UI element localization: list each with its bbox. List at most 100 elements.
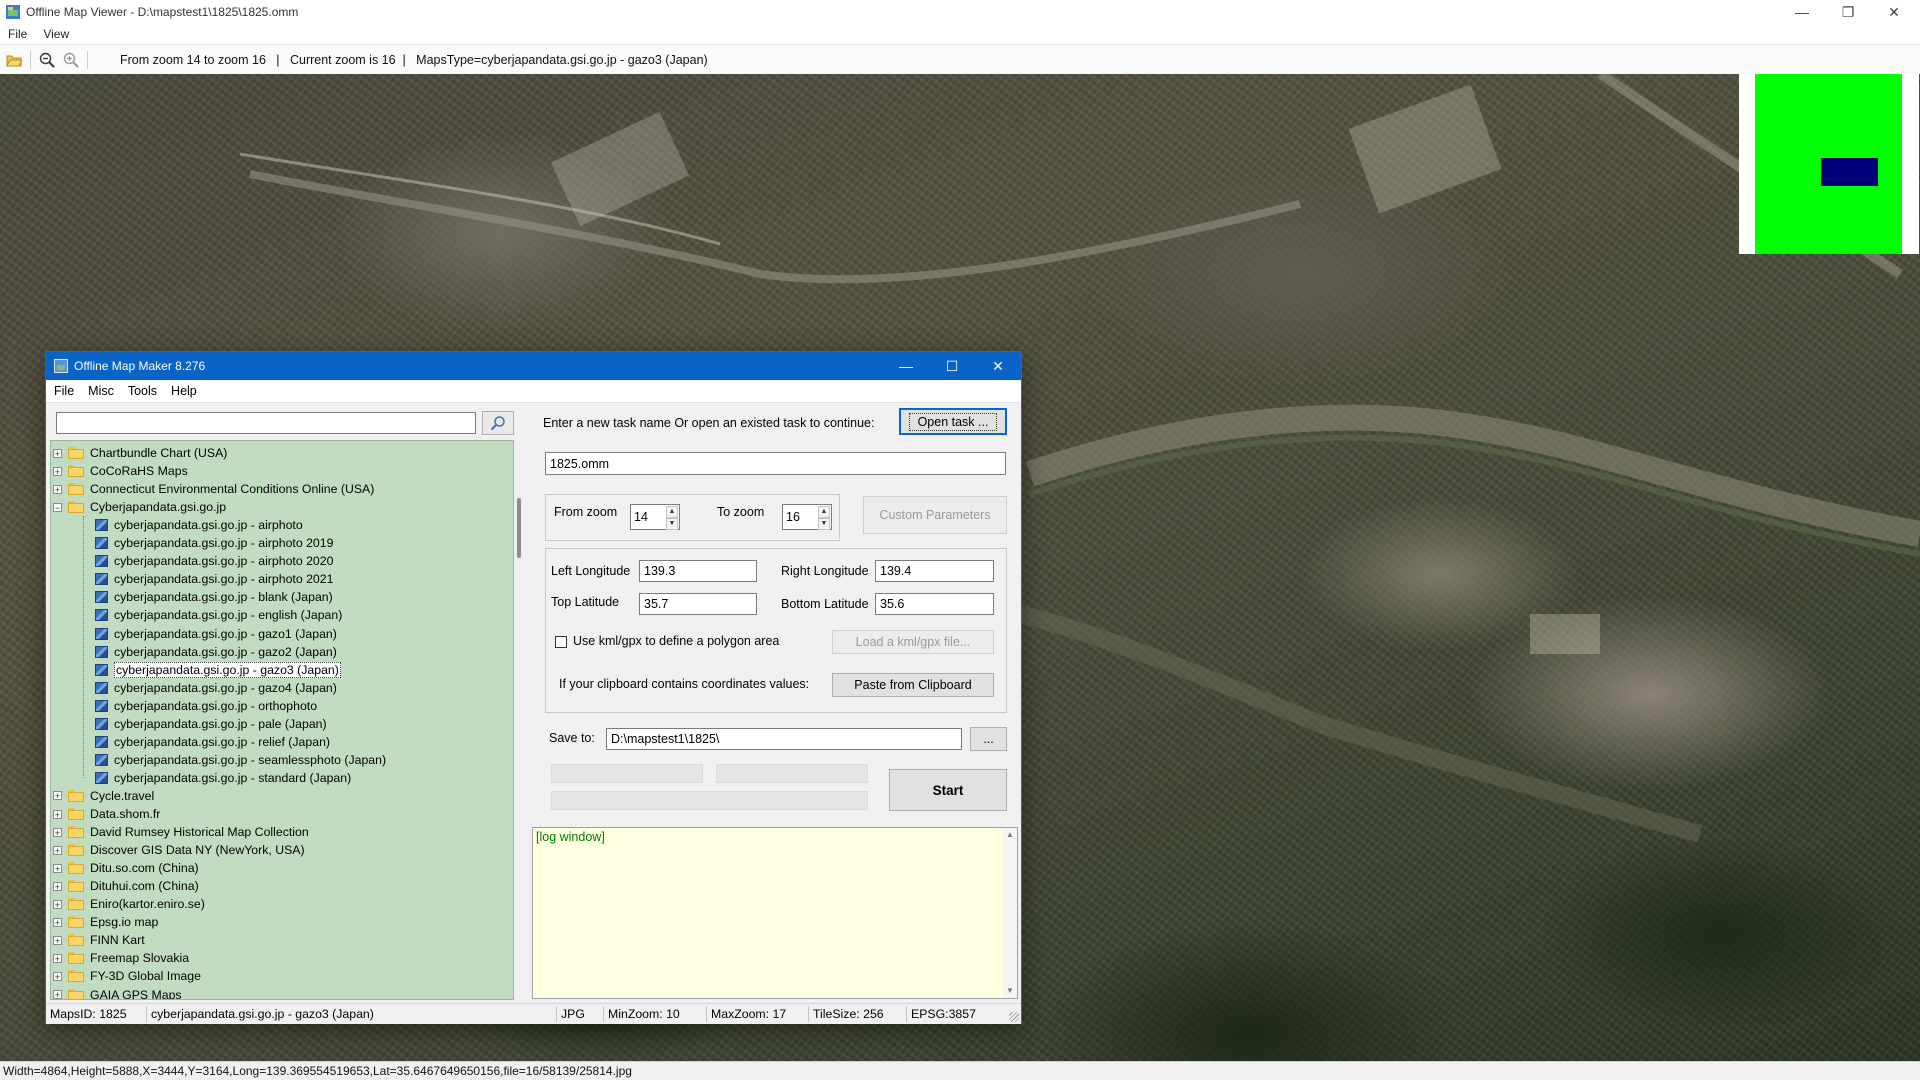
tree-folder-item[interactable]: + Epsg.io map [53, 913, 158, 931]
tree-map-item[interactable]: cyberjapandata.gsi.go.jp - gazo3 (Japan) [95, 661, 341, 679]
tree-folder-item[interactable]: + Data.shom.fr [53, 805, 160, 823]
status-maps-id: MapsID: 1825 [50, 1007, 127, 1021]
tree-folder-item[interactable]: + FINN Kart [53, 931, 145, 949]
expand-icon[interactable]: + [53, 448, 62, 458]
tree-map-item[interactable]: cyberjapandata.gsi.go.jp - gazo4 (Japan) [95, 679, 337, 697]
tree-scrollbar[interactable] [514, 440, 526, 1000]
zoom-in-icon[interactable] [61, 50, 81, 70]
left-longitude-input[interactable]: 139.3 [639, 560, 757, 582]
log-scrollbar[interactable]: ▲ ▼ [1003, 828, 1017, 998]
expand-icon[interactable]: + [53, 935, 62, 945]
tree-folder-item[interactable]: + Discover GIS Data NY (NewYork, USA) [53, 841, 305, 859]
map-source-tree[interactable]: + Chartbundle Chart (USA) + CoCoRaHS Maps + C… [50, 440, 514, 1000]
tree-map-item[interactable]: cyberjapandata.gsi.go.jp - gazo2 (Japan) [95, 643, 337, 661]
log-window[interactable]: [log window] ▲ ▼ [532, 827, 1018, 999]
maker-minimize-icon[interactable]: — [883, 352, 929, 380]
tree-folder-item[interactable]: + David Rumsey Historical Map Collection [53, 823, 309, 841]
to-zoom-down-icon[interactable]: ▼ [818, 518, 830, 530]
maker-menu-misc[interactable]: Misc [82, 384, 120, 398]
maker-menu-file[interactable]: File [48, 384, 80, 398]
task-name-input[interactable]: 1825.omm [545, 452, 1006, 475]
expand-icon[interactable]: + [53, 881, 62, 891]
close-icon[interactable]: ✕ [1872, 0, 1916, 24]
collapse-icon[interactable]: − [53, 502, 62, 512]
scroll-up-icon[interactable]: ▲ [1003, 828, 1017, 842]
tree-map-item[interactable]: cyberjapandata.gsi.go.jp - airphoto [95, 516, 303, 534]
expand-icon[interactable]: + [53, 809, 62, 819]
expand-icon[interactable]: + [53, 953, 62, 963]
expand-icon[interactable]: + [53, 971, 62, 981]
overview-minimap[interactable] [1739, 74, 1919, 254]
expand-icon[interactable]: + [53, 990, 62, 999]
from-zoom-down-icon[interactable]: ▼ [666, 518, 678, 530]
tree-folder-item[interactable]: + Ditu.so.com (China) [53, 859, 199, 877]
save-to-input[interactable]: D:\mapstest1\1825\ [606, 728, 962, 750]
expand-icon[interactable]: + [53, 863, 62, 873]
expand-icon[interactable]: + [53, 917, 62, 927]
maker-titlebar: Offline Map Maker 8.276 — ☐ ✕ [46, 352, 1021, 380]
tree-scrollbar-thumb[interactable] [517, 498, 521, 558]
expand-icon[interactable]: + [53, 791, 62, 801]
browse-button[interactable]: ... [970, 727, 1007, 751]
kml-checkbox[interactable] [555, 636, 567, 648]
scroll-down-icon[interactable]: ▼ [1003, 984, 1017, 998]
search-button[interactable] [482, 411, 514, 435]
map-tile-icon [95, 609, 108, 622]
from-zoom-stepper[interactable]: 14 ▲ ▼ [630, 504, 680, 530]
minimize-icon[interactable]: — [1780, 0, 1824, 24]
menu-file[interactable]: File [0, 27, 35, 41]
minimap-viewport[interactable] [1821, 158, 1878, 186]
tree-map-item[interactable]: cyberjapandata.gsi.go.jp - airphoto 2020 [95, 552, 333, 570]
tree-map-item[interactable]: cyberjapandata.gsi.go.jp - airphoto 2019 [95, 534, 333, 552]
open-task-button[interactable]: Open task ... [899, 408, 1007, 435]
map-search-input[interactable] [56, 412, 476, 434]
tree-folder-item[interactable]: + Eniro(kartor.eniro.se) [53, 895, 205, 913]
expand-icon[interactable]: + [53, 466, 62, 476]
expand-icon[interactable]: + [53, 899, 62, 909]
tree-folder-item[interactable]: + Chartbundle Chart (USA) [53, 444, 227, 462]
open-folder-icon[interactable] [4, 50, 24, 70]
paste-from-clipboard-button[interactable]: Paste from Clipboard [832, 673, 994, 697]
tree-folder-item[interactable]: + Cycle.travel [53, 787, 154, 805]
tree-folder-item[interactable]: + Freemap Slovakia [53, 949, 189, 967]
restore-icon[interactable]: ❐ [1826, 0, 1870, 24]
tree-folder-item[interactable]: + Dituhui.com (China) [53, 877, 199, 895]
expand-icon[interactable]: + [53, 845, 62, 855]
tree-folder-item[interactable]: + Connecticut Environmental Conditions On… [53, 480, 374, 498]
tree-map-item[interactable]: cyberjapandata.gsi.go.jp - blank (Japan) [95, 588, 333, 606]
zoom-out-icon[interactable] [37, 50, 57, 70]
load-kml-button[interactable]: Load a kml/gpx file... [832, 630, 994, 654]
tree-folder-item[interactable]: + FY-3D Global Image [53, 967, 201, 985]
to-zoom-up-icon[interactable]: ▲ [818, 506, 830, 518]
tree-item-label: cyberjapandata.gsi.go.jp - airphoto 2020 [114, 554, 334, 569]
maker-close-icon[interactable]: ✕ [975, 352, 1021, 380]
tree-map-item[interactable]: cyberjapandata.gsi.go.jp - standard (Jap… [95, 769, 351, 787]
viewer-toolbar: From zoom 14 to zoom 16 | Current zoom i… [0, 44, 1920, 76]
tree-map-item[interactable]: cyberjapandata.gsi.go.jp - gazo1 (Japan) [95, 625, 337, 643]
top-latitude-input[interactable]: 35.7 [639, 593, 757, 615]
expand-icon[interactable]: + [53, 827, 62, 837]
tree-item-label: cyberjapandata.gsi.go.jp - standard (Jap… [114, 770, 352, 785]
tree-folder-item[interactable]: + GAIA GPS Maps [53, 986, 182, 999]
menu-view[interactable]: View [35, 27, 77, 41]
expand-icon[interactable]: + [53, 484, 62, 494]
right-longitude-input[interactable]: 139.4 [875, 560, 994, 582]
tree-map-item[interactable]: cyberjapandata.gsi.go.jp - pale (Japan) [95, 715, 327, 733]
bottom-latitude-input[interactable]: 35.6 [875, 593, 994, 615]
tree-map-item[interactable]: cyberjapandata.gsi.go.jp - airphoto 2021 [95, 570, 333, 588]
tree-map-item[interactable]: cyberjapandata.gsi.go.jp - orthophoto [95, 697, 317, 715]
tree-folder-item[interactable]: − Cyberjapandata.gsi.go.jp [53, 498, 226, 516]
tree-map-item[interactable]: cyberjapandata.gsi.go.jp - relief (Japan… [95, 733, 330, 751]
custom-parameters-button[interactable]: Custom Parameters [863, 496, 1007, 534]
resize-grip[interactable] [1009, 1012, 1019, 1022]
tree-map-item[interactable]: cyberjapandata.gsi.go.jp - english (Japa… [95, 606, 342, 624]
tree-folder-item[interactable]: + CoCoRaHS Maps [53, 462, 188, 480]
maker-maximize-icon[interactable]: ☐ [929, 352, 975, 380]
start-button[interactable]: Start [889, 769, 1007, 811]
maker-menu-help[interactable]: Help [165, 384, 203, 398]
from-zoom-up-icon[interactable]: ▲ [666, 506, 678, 518]
to-zoom-stepper[interactable]: 16 ▲ ▼ [782, 504, 832, 530]
maker-menu-tools[interactable]: Tools [122, 384, 163, 398]
tree-item-label: cyberjapandata.gsi.go.jp - airphoto 2019 [114, 536, 334, 551]
tree-map-item[interactable]: cyberjapandata.gsi.go.jp - seamlessphoto… [95, 751, 386, 769]
